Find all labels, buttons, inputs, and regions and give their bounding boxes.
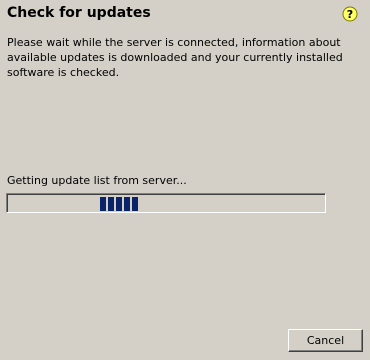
progress-segment bbox=[116, 197, 122, 211]
svg-text:?: ? bbox=[347, 8, 353, 21]
description-text: Please wait while the server is connecte… bbox=[7, 36, 343, 79]
help-icon[interactable]: ? bbox=[342, 6, 358, 22]
progress-segment bbox=[132, 197, 138, 211]
progress-segment bbox=[108, 197, 114, 211]
dialog-title: Check for updates bbox=[7, 5, 151, 21]
status-text: Getting update list from server... bbox=[7, 174, 187, 187]
progress-segment bbox=[100, 197, 106, 211]
progress-track bbox=[7, 194, 325, 212]
progress-bar bbox=[6, 193, 326, 213]
cancel-button[interactable]: Cancel bbox=[288, 329, 363, 352]
progress-segment bbox=[124, 197, 130, 211]
